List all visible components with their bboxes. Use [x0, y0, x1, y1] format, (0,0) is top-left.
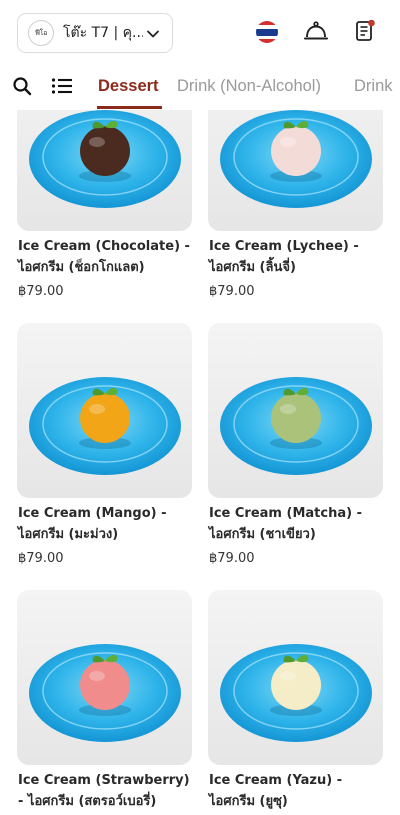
ice-cream-plate-illustration — [29, 644, 181, 742]
product-card[interactable]: Ice Cream (Yazu) - ไอศกรีม (ยูซุ) — [208, 590, 383, 809]
ice-cream-scoop — [271, 393, 321, 443]
shop-logo-text: ฟีโอ — [34, 28, 48, 37]
ice-cream-scoop — [80, 660, 130, 710]
product-name: Ice Cream (Lychee) - ไอศกรีม (ลิ้นจี่) — [209, 239, 359, 275]
product-image — [17, 110, 192, 231]
ice-cream-scoop — [80, 393, 130, 443]
tab-dessert[interactable]: Dessert — [98, 77, 159, 96]
product-image — [208, 323, 383, 498]
ice-cream-scoop — [271, 126, 321, 176]
product-name: Ice Cream (Matcha) - ไอศกรีม (ชาเขียว) — [209, 506, 362, 542]
product-grid: Ice Cream (Chocolate) - ไอศกรีม (ช็อกโกแ… — [0, 110, 400, 815]
product-card[interactable]: Ice Cream (Strawberry) - ไอศกรีม (สตรอว์… — [17, 590, 192, 809]
ice-cream-plate-illustration — [220, 110, 372, 208]
ice-cream-plate-illustration — [29, 110, 181, 208]
product-card[interactable]: Ice Cream (Lychee) - ไอศกรีม (ลิ้นจี่) ฿… — [208, 110, 383, 299]
top-bar: ฟีโอ โต๊ะ T7 | คุ... — [0, 0, 400, 66]
category-tabs: Dessert Drink (Non-Alcohol) Drink — [0, 66, 400, 110]
product-price: ฿79.00 — [209, 284, 255, 299]
product-price: ฿79.00 — [18, 551, 64, 566]
search-icon[interactable] — [12, 76, 32, 96]
product-name: Ice Cream (Chocolate) - ไอศกรีม (ช็อกโกแ… — [18, 239, 190, 275]
chevron-down-icon — [147, 30, 159, 38]
order-list-icon[interactable] — [354, 18, 378, 44]
product-image — [208, 590, 383, 765]
call-waiter-bell-icon[interactable] — [303, 20, 329, 44]
ice-cream-scoop — [80, 126, 130, 176]
ice-cream-plate-illustration — [29, 377, 181, 475]
tab-drink[interactable]: Drink — [354, 77, 393, 96]
product-image — [17, 590, 192, 765]
table-selector[interactable]: ฟีโอ โต๊ะ T7 | คุ... — [17, 13, 173, 53]
product-name: Ice Cream (Mango) - ไอศกรีม (มะม่วง) — [18, 506, 167, 542]
product-card[interactable]: Ice Cream (Matcha) - ไอศกรีม (ชาเขียว) ฿… — [208, 323, 383, 566]
thai-flag-icon[interactable] — [256, 21, 278, 43]
product-name: Ice Cream (Strawberry) - ไอศกรีม (สตรอว์… — [18, 773, 190, 809]
notification-dot — [368, 19, 375, 27]
product-card[interactable]: Ice Cream (Mango) - ไอศกรีม (มะม่วง) ฿79… — [17, 323, 192, 566]
ice-cream-plate-illustration — [220, 644, 372, 742]
shop-logo: ฟีโอ — [28, 20, 54, 46]
ice-cream-plate-illustration — [220, 377, 372, 475]
product-price: ฿79.00 — [209, 551, 255, 566]
table-label: โต๊ะ T7 | คุ... — [63, 25, 143, 41]
tab-drink-non-alcohol[interactable]: Drink (Non-Alcohol) — [177, 77, 321, 96]
product-image — [17, 323, 192, 498]
product-card[interactable]: Ice Cream (Chocolate) - ไอศกรีม (ช็อกโกแ… — [17, 110, 192, 299]
product-price: ฿79.00 — [18, 284, 64, 299]
active-tab-indicator — [97, 106, 162, 109]
ice-cream-scoop — [271, 660, 321, 710]
category-list-icon[interactable] — [51, 76, 73, 96]
product-name: Ice Cream (Yazu) - ไอศกรีม (ยูซุ) — [209, 773, 343, 809]
product-image — [208, 110, 383, 231]
